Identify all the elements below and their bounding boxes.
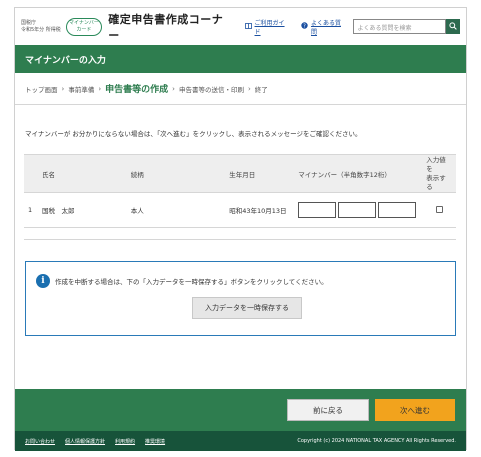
app-frame: 国税庁 令和5年分 所得税 マイナンバー カード 確定申告書作成コーナー ご利用… <box>14 7 467 451</box>
mynumber-table: 氏名 続柄 生年月日 マイナンバー（半角数字12桁） 入力値を 表示する 1 国… <box>24 154 456 228</box>
chevron-right-icon: › <box>172 84 175 93</box>
corner-title: 確定申告書作成コーナー <box>108 12 224 42</box>
breadcrumb: トップ画面 › 事前準備 › 申告書等の作成 › 申告書等の送信・印刷 › 終了 <box>15 73 466 105</box>
copyright: Copyright (c) 2024 NATIONAL TAX AGENCY A… <box>297 438 456 444</box>
chevron-right-icon: › <box>98 84 102 93</box>
site-footer: お問い合わせ 個人情報保護方針 利用規約 推奨環境 Copyright (c) … <box>15 431 466 451</box>
mynumber-card-badge[interactable]: マイナンバー カード <box>65 17 103 36</box>
footer-link-privacy[interactable]: 個人情報保護方針 <box>65 438 105 445</box>
agency-name: 国税庁 <box>21 19 37 26</box>
svg-text:?: ? <box>303 23 306 29</box>
breadcrumb-step-top: トップ画面 <box>25 85 58 94</box>
col-birth-header: 生年月日 <box>225 154 295 193</box>
mynumber-input-2[interactable] <box>338 202 377 218</box>
agency-label: 国税庁 令和5年分 所得税 <box>21 20 64 34</box>
info-box: i 作成を中断する場合は、下の「入力データを一時保存する」ボタンをクリックしてく… <box>25 261 456 336</box>
nav-bar: 前に戻る 次へ進む <box>15 389 466 431</box>
book-icon <box>244 22 252 31</box>
instruction-text: マイナンバーが お分かりにならない場合は、「次へ進む」をクリックし、表示されるメ… <box>25 130 362 138</box>
mynumber-card-line2: カード <box>76 26 92 33</box>
guide-link-label: ご利用ガイド <box>254 19 285 36</box>
breadcrumb-step-current: 申告書等の作成 <box>105 85 169 95</box>
breadcrumb-step-end: 終了 <box>254 85 268 94</box>
site-header: 国税庁 令和5年分 所得税 マイナンバー カード 確定申告書作成コーナー ご利用… <box>15 8 466 45</box>
show-value-cell <box>422 192 456 228</box>
row-relation: 本人 <box>126 192 226 228</box>
search-button[interactable] <box>446 19 461 34</box>
guide-link[interactable]: ご利用ガイド <box>244 18 289 36</box>
question-icon: ? <box>301 22 308 31</box>
col-no-header <box>24 154 38 193</box>
tax-year-label: 令和5年分 所得税 <box>21 26 61 33</box>
search-input[interactable]: よくある質問を検索 <box>353 19 447 34</box>
col-relation-header: 続柄 <box>126 154 226 193</box>
row-birth: 昭和43年10月13日 <box>225 192 295 228</box>
table-row: 1 国税 太郎 本人 昭和43年10月13日 <box>24 192 456 228</box>
show-value-checkbox[interactable] <box>435 205 443 213</box>
info-message: 作成を中断する場合は、下の「入力データを一時保存する」ボタンをクリックしてくださ… <box>55 278 328 286</box>
col-mynumber-header: マイナンバー（半角数字12桁） <box>294 154 423 193</box>
faq-link[interactable]: ? よくある質問 <box>301 18 345 36</box>
mynumber-card-line1: マイナンバー <box>68 19 99 26</box>
chevron-right-icon: › <box>247 84 251 93</box>
info-icon: i <box>36 274 50 288</box>
footer-link-terms[interactable]: 利用規約 <box>115 438 135 445</box>
row-name: 国税 太郎 <box>37 192 127 228</box>
row-number: 1 <box>24 192 38 228</box>
breadcrumb-step-send: 申告書等の送信・印刷 <box>178 85 244 94</box>
faq-link-label: よくある質問 <box>310 19 341 36</box>
back-button[interactable]: 前に戻る <box>287 399 369 421</box>
breadcrumb-step-prep: 事前準備 <box>68 85 95 94</box>
col-show-header: 入力値を 表示する <box>422 154 456 193</box>
table-empty-row <box>24 227 456 240</box>
info-message-row: i 作成を中断する場合は、下の「入力データを一時保存する」ボタンをクリックしてく… <box>36 274 328 288</box>
chevron-right-icon: › <box>61 84 65 93</box>
table-header-row: 氏名 続柄 生年月日 マイナンバー（半角数字12桁） 入力値を 表示する <box>24 154 456 193</box>
mynumber-input-3[interactable] <box>378 202 417 218</box>
save-temp-button[interactable]: 入力データを一時保存する <box>192 297 302 319</box>
col-show-header-line2: 表示する <box>426 173 446 191</box>
next-button[interactable]: 次へ進む <box>375 399 455 421</box>
col-name-header: 氏名 <box>37 154 127 193</box>
search-icon <box>449 21 458 32</box>
footer-link-environment[interactable]: 推奨環境 <box>145 438 165 445</box>
mynumber-input-1[interactable] <box>298 202 337 218</box>
footer-link-contact[interactable]: お問い合わせ <box>25 438 55 445</box>
page-title: マイナンバーの入力 <box>15 45 466 73</box>
col-show-header-line1: 入力値を <box>426 155 446 173</box>
mynumber-inputs <box>294 192 423 228</box>
